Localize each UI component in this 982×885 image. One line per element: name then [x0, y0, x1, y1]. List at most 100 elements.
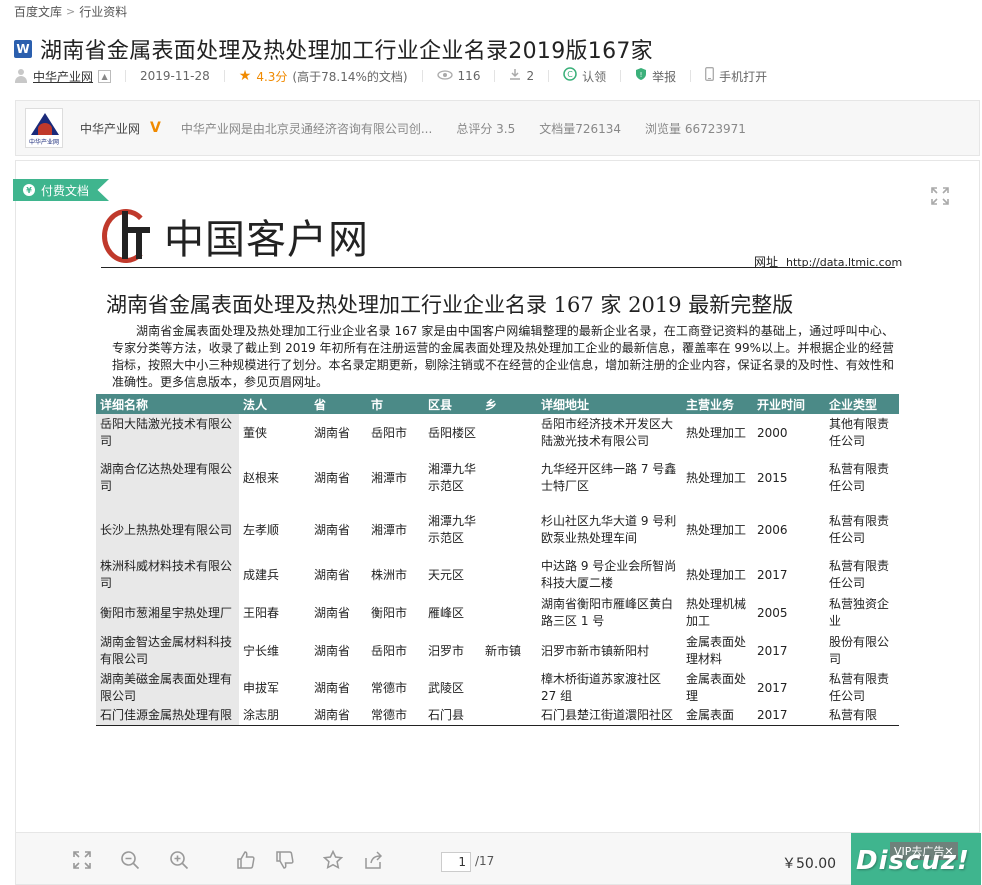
favorite-star-icon[interactable] [323, 850, 343, 870]
table-row: 湖南美磁金属表面处理有限公司 申拔军 湖南省 常德市 武陵区 樟木桥街道苏家渡社区 27 … [96, 670, 899, 706]
phone-icon [705, 67, 715, 85]
cell-township [481, 556, 537, 594]
column-header-open-year: 开业时间 [753, 394, 825, 414]
user-icon [14, 69, 28, 83]
cell-name: 长沙上热热处理有限公司 [96, 504, 239, 556]
zoom-in-icon[interactable] [169, 850, 189, 870]
doc-header-rule [101, 267, 895, 268]
page-title: 湖南省金属表面处理及热处理加工行业企业名录2019版167家 [40, 39, 653, 64]
cell-district: 湘潭九华示范区 [428, 514, 477, 545]
discuz-watermark: Discuz! [856, 846, 970, 876]
page-number-input[interactable]: 1 [441, 852, 471, 872]
cell-open-year: 2006 [757, 522, 788, 537]
cell-province: 湖南省 [314, 680, 351, 695]
cell-province: 湖南省 [314, 643, 351, 658]
cell-company-type: 私营有限责任公司 [829, 514, 890, 545]
shield-icon: ! [635, 67, 647, 85]
cell-company-type: 其他有限责任公司 [829, 417, 890, 448]
share-icon[interactable] [364, 850, 384, 870]
cell-legal-rep: 王阳春 [243, 605, 280, 620]
cell-business: 热处理加工 [686, 425, 747, 440]
fullscreen-icon[interactable] [931, 187, 949, 205]
mobile-open-link[interactable]: 手机打开 [719, 68, 767, 85]
cell-township [481, 706, 537, 726]
certify-icon: C [563, 67, 577, 85]
cell-province: 湖南省 [314, 567, 351, 582]
cell-open-year: 2015 [757, 470, 788, 485]
cell-township [481, 594, 537, 632]
breadcrumb-current-link[interactable]: 行业资料 [79, 3, 127, 20]
divider [125, 70, 127, 82]
cell-name: 湖南合亿达热处理有限公司 [96, 452, 239, 504]
cell-legal-rep: 成建兵 [243, 567, 280, 582]
cell-address: 中达路 9 号企业会所智尚科技大厦二楼 [541, 559, 677, 590]
cell-province: 湖南省 [310, 706, 367, 726]
cell-township [481, 452, 537, 504]
paid-doc-label: 付费文档 [41, 183, 90, 198]
cell-legal-rep: 涂志朋 [239, 706, 310, 726]
cell-legal-rep: 申拔军 [243, 680, 280, 695]
cell-address: 杉山社区九华大道 9 号利欧泵业热处理车间 [541, 514, 677, 545]
breadcrumb-separator: > [66, 5, 76, 18]
cell-address: 湖南省衡阳市雁峰区黄白路三区 1 号 [541, 597, 674, 628]
mobile-item[interactable]: 手机打开 [705, 67, 767, 85]
cell-business: 金属表面 [682, 706, 753, 726]
cell-township [481, 414, 537, 452]
cell-business: 金属表面处理材料 [686, 635, 747, 666]
document-viewer: ¥ 付费文档 中国客户网 网址 http://data.ltmic.com 湖南… [13, 160, 980, 832]
divider [421, 70, 423, 82]
report-item[interactable]: ! 举报 [635, 67, 676, 85]
doc-intro-paragraph: 湖南省金属表面处理及热处理加工行业企业名录 167 家是由中国客户网编辑整理的最… [112, 324, 894, 389]
cell-district: 湘潭九华示范区 [428, 462, 477, 493]
author-link[interactable]: 中华产业网 [33, 68, 93, 85]
cell-open-year: 2017 [757, 680, 788, 695]
title-row: W 湖南省金属表面处理及热处理加工行业企业名录2019版167家 [14, 33, 653, 65]
cell-business: 金属表面处理 [686, 672, 747, 703]
cell-township [481, 504, 537, 556]
cell-name: 湖南金智达金属材料科技有限公司 [96, 632, 239, 670]
cell-company-type: 私营有限责任公司 [829, 559, 890, 590]
thumbs-down-icon[interactable] [275, 850, 295, 870]
fit-screen-icon[interactable] [72, 850, 92, 870]
zoom-out-icon[interactable] [120, 850, 140, 870]
cell-district: 汨罗市 [428, 643, 465, 658]
column-header-business: 主营业务 [682, 394, 753, 414]
thumbs-up-icon[interactable] [236, 850, 256, 870]
author-item: 中华产业网 ▲ [14, 68, 112, 85]
certify-link[interactable]: 认领 [582, 68, 606, 85]
column-header-township: 乡 [481, 394, 537, 414]
cell-company-type: 私营有限 [825, 706, 899, 726]
cell-legal-rep: 赵根来 [243, 470, 280, 485]
cell-city: 湘潭市 [371, 470, 408, 485]
publisher-logo[interactable]: 中华产业网 [25, 108, 63, 148]
cell-company-type: 私营有限责任公司 [829, 462, 890, 493]
table-row: 衡阳市葱湘星宇热处理厂 王阳春 湖南省 衡阳市 雁峰区 湖南省衡阳市雁峰区黄白路三区 1 … [96, 594, 899, 632]
doc-title: 湖南省金属表面处理及热处理加工行业企业名录 167 家 2019 最新完整版 [106, 293, 794, 317]
download-icon [509, 68, 521, 84]
cell-address: 汨罗市新市镇新阳村 [541, 643, 650, 658]
author-toggle-icon[interactable]: ▲ [98, 69, 112, 83]
cell-district: 天元区 [428, 567, 465, 582]
views-item: 116 [436, 69, 480, 84]
publisher-description: 中华产业网是由北京灵通经济咨询有限公司创... [180, 121, 433, 136]
cell-township [481, 670, 537, 706]
cell-city: 株洲市 [371, 567, 408, 582]
cell-company-type: 私营独资企业 [829, 597, 890, 628]
cell-name: 株洲科威材料技术有限公司 [96, 556, 239, 594]
table-header-row: 详细名称 法人省市区县乡详细地址 主营业务 开业时间 企业类型 [96, 394, 899, 414]
cell-name: 岳阳大陆激光技术有限公司 [96, 414, 239, 452]
publisher-name[interactable]: 中华产业网 [80, 120, 140, 137]
cell-district: 雁峰区 [428, 605, 465, 620]
certify-item[interactable]: C 认领 [563, 67, 606, 85]
breadcrumb-root-link[interactable]: 百度文库 [14, 3, 62, 20]
cell-open-year: 2000 [757, 425, 788, 440]
cell-open-year: 2017 [757, 643, 788, 658]
cell-business: 热处理机械加工 [686, 597, 747, 628]
report-link[interactable]: 举报 [652, 68, 676, 85]
cell-legal-rep: 董侠 [243, 425, 268, 440]
cell-city: 岳阳市 [371, 425, 408, 440]
column-header-address: 详细地址 [537, 394, 682, 414]
divider [494, 70, 496, 82]
rating-note: (高于78.14%的文档) [292, 69, 408, 84]
column-header-district: 区县 [424, 394, 481, 414]
